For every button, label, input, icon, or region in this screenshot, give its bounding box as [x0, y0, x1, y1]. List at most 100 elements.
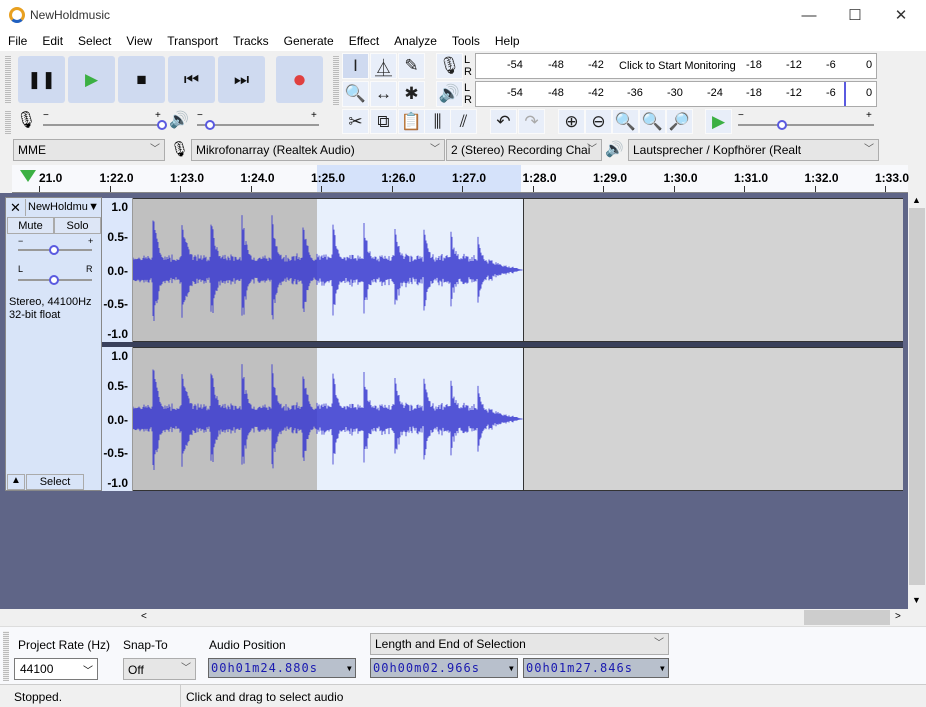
select-track-button[interactable]: Select	[26, 474, 84, 490]
ruler-tick	[391, 186, 393, 192]
selection-length-field[interactable]: 00h00m02.966s ▾	[370, 658, 518, 678]
input-device-select[interactable]: Mikrofonarray (Realtek Audio) ﹀	[191, 139, 445, 161]
toolbar-grip[interactable]	[5, 110, 11, 134]
waveform-view[interactable]	[133, 198, 903, 342]
menu-select[interactable]: Select	[70, 31, 118, 51]
selection-tool-button[interactable]: I	[342, 53, 369, 79]
waveform-view[interactable]	[133, 347, 903, 491]
selection-end-field[interactable]: 00h01m27.846s ▾	[523, 658, 669, 678]
menu-edit[interactable]: Edit	[34, 31, 70, 51]
menu-effect[interactable]: Effect	[341, 31, 386, 51]
close-button[interactable]: ✕	[878, 0, 924, 31]
zoom-tool-button[interactable]: 🔍	[342, 81, 369, 107]
vertical-scrollbar[interactable]: ▲ ▼	[908, 193, 926, 609]
track-menu-button[interactable]: NewHoldmu ▼	[25, 199, 101, 216]
window-title: NewHoldmusic	[30, 8, 111, 22]
play-at-speed-button[interactable]: ▶	[705, 109, 732, 134]
horizontal-scroll-thumb[interactable]	[804, 610, 890, 625]
playback-volume-slider[interactable]	[197, 124, 319, 126]
draw-tool-button[interactable]: ✎	[398, 53, 425, 79]
paste-icon: 📋	[400, 111, 423, 131]
track-area[interactable]: ✕ NewHoldmu ▼ Mute Solo − + L R Stereo, 4…	[0, 193, 908, 609]
recording-volume-knob[interactable]	[157, 120, 167, 130]
audio-position-label: Audio Position	[209, 638, 286, 652]
envelope-tool-button[interactable]: ⏅	[370, 53, 397, 79]
redo-button[interactable]: ↷	[518, 109, 545, 134]
output-device-select[interactable]: Lautsprecher / Kopfhörer (Realt ﹀	[628, 139, 879, 161]
fit-project-button[interactable]: 🔍	[639, 109, 666, 134]
play-at-speed-knob[interactable]	[777, 120, 787, 130]
ruler-tick	[744, 186, 745, 192]
pan-knob[interactable]	[49, 275, 59, 285]
channel-right[interactable]: 1.0 0.5- 0.0- -0.5- -1.0	[102, 347, 903, 491]
channels-select[interactable]: 2 (Stereo) Recording Chai ﹀	[446, 139, 602, 161]
audio-position-field[interactable]: 00h01m24.880s ▾	[208, 658, 356, 678]
timeline-ruler[interactable]: 21.0 1:22.0 1:23.0 1:24.0 1:25.0 1:26.0 1:27.0…	[12, 165, 909, 193]
menu-tracks[interactable]: Tracks	[225, 31, 276, 51]
zoom-toggle-button[interactable]: 🔎	[666, 109, 693, 134]
track-control-panel: ✕ NewHoldmu ▼ Mute Solo − + L R Stereo, 4…	[5, 197, 102, 491]
record-icon: ●	[292, 65, 307, 93]
record-button[interactable]: ●	[276, 56, 323, 103]
undo-button[interactable]: ↶	[490, 109, 517, 134]
skip-to-start-button[interactable]: ⏮	[168, 56, 215, 103]
audio-host-select[interactable]: MME ﹀	[13, 139, 165, 161]
play-head-icon[interactable]	[20, 170, 36, 182]
app-icon	[9, 7, 25, 23]
vertical-scroll-thumb[interactable]	[909, 208, 925, 585]
playback-meter-speaker-icon[interactable]: 🔊	[436, 81, 463, 107]
menu-view[interactable]: View	[118, 31, 159, 51]
mute-button[interactable]: Mute	[7, 217, 54, 234]
playback-volume-knob[interactable]	[205, 120, 215, 130]
ruler-tick-label: 1:25.0	[311, 171, 346, 185]
channel-left[interactable]: 1.0 0.5- 0.0- -0.5- -1.0	[102, 198, 903, 342]
ruler-tick	[109, 186, 111, 192]
gain-knob[interactable]	[49, 245, 59, 255]
meter-tick: -42	[588, 59, 604, 71]
toolbar-grip[interactable]	[3, 631, 9, 681]
skip-to-end-button[interactable]: ⏭	[218, 56, 265, 103]
zoom-in-button[interactable]: ⊕	[558, 109, 585, 134]
ruler-tick	[885, 186, 886, 192]
pause-button[interactable]: ❚❚	[18, 56, 65, 103]
menu-transport[interactable]: Transport	[159, 31, 225, 51]
selection-mode-select[interactable]: Length and End of Selection ﹀	[370, 633, 669, 655]
menu-tools[interactable]: Tools	[444, 31, 487, 51]
menu-help[interactable]: Help	[487, 31, 527, 51]
record-meter[interactable]: Click to Start Monitoring -54 -48 -42 -18 -1…	[475, 53, 877, 79]
close-track-button[interactable]: ✕	[7, 199, 24, 216]
recording-volume-slider[interactable]	[43, 124, 163, 126]
menu-analyze[interactable]: Analyze	[386, 31, 444, 51]
play-icon: ▶	[84, 69, 99, 89]
minimize-button[interactable]: —	[786, 0, 832, 31]
fit-selection-button[interactable]: 🔍	[612, 109, 639, 134]
trim-button[interactable]: ⫼	[424, 109, 451, 134]
ruler-tick-label: 1:22.0	[99, 171, 134, 185]
selection-toolbar: Project Rate (Hz) 44100 ﹀ Snap-To Off ﹀ Au…	[0, 626, 926, 684]
timeshift-tool-button[interactable]: ↔	[370, 81, 397, 107]
play-at-speed-slider[interactable]	[738, 124, 874, 126]
meter-tick: 0	[866, 87, 873, 99]
record-meter-lr: LR	[464, 54, 472, 78]
horizontal-scrollbar[interactable]: < >	[0, 609, 926, 626]
multi-tool-button[interactable]: ✱	[398, 81, 425, 107]
snap-to-select[interactable]: Off ﹀	[123, 658, 196, 680]
copy-button[interactable]: ⧉	[370, 109, 397, 134]
play-button[interactable]: ▶	[68, 56, 115, 103]
solo-button[interactable]: Solo	[54, 217, 101, 234]
zoom-toggle-icon: 🔎	[668, 111, 691, 131]
menu-generate[interactable]: Generate	[276, 31, 341, 51]
menu-file[interactable]: File	[0, 31, 34, 51]
stop-button[interactable]: ■	[118, 56, 165, 103]
zoom-out-button[interactable]: ⊖	[585, 109, 612, 134]
collapse-track-button[interactable]: ▲	[7, 474, 25, 490]
paste-button[interactable]: 📋	[398, 109, 425, 134]
project-rate-select[interactable]: 44100 ﹀	[14, 658, 98, 680]
toolbar-grip[interactable]	[5, 55, 11, 103]
maximize-button[interactable]: ☐	[832, 0, 878, 31]
toolbar-grip[interactable]	[333, 55, 339, 105]
cut-button[interactable]: ✂	[342, 109, 369, 134]
silence-button[interactable]: ⫽	[450, 109, 477, 134]
record-meter-mic-icon[interactable]: 🎙	[436, 53, 463, 79]
start-monitoring-label[interactable]: Click to Start Monitoring	[617, 60, 738, 72]
